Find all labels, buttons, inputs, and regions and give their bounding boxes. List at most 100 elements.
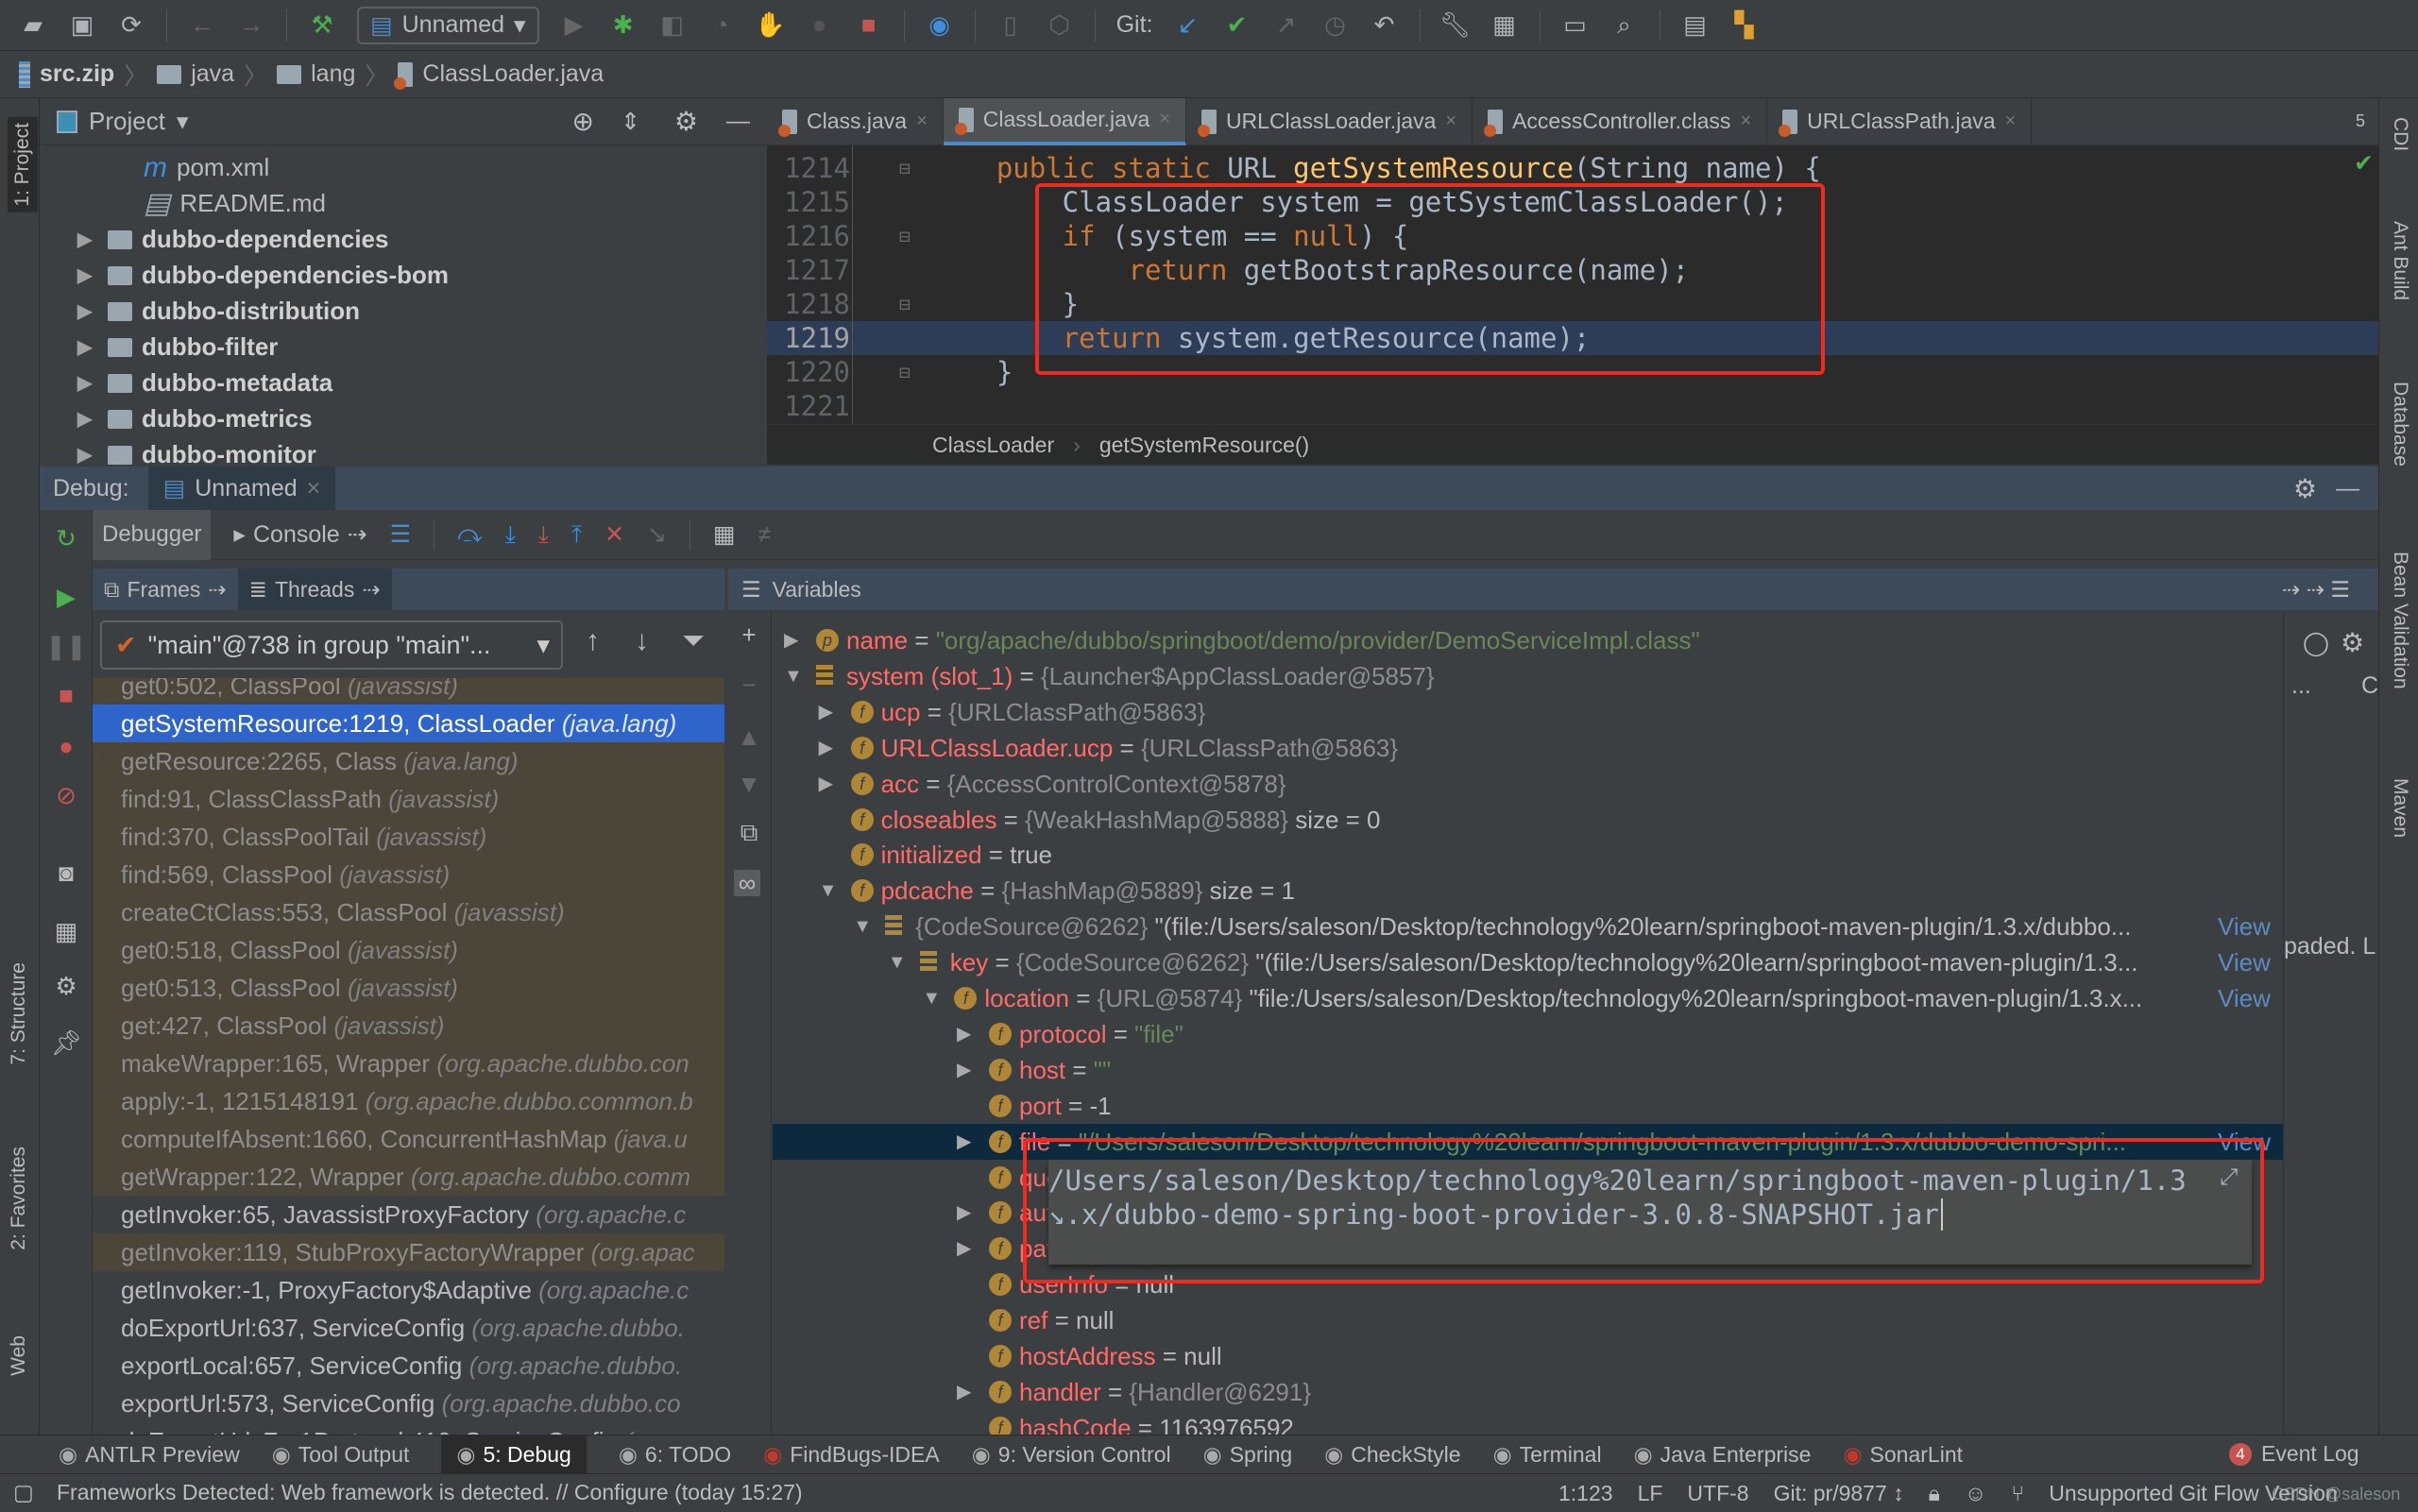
rerun-icon[interactable]: ↻ xyxy=(53,524,79,552)
sync-icon[interactable]: ⟳ xyxy=(117,10,145,40)
code-area[interactable]: 1214 public static URL getSystemResource… xyxy=(767,145,2378,424)
code-line[interactable]: 1221 xyxy=(767,389,2378,423)
view-link[interactable]: View xyxy=(2218,980,2271,1016)
variable-row[interactable]: ▶ p name = "org/apache/dubbo/springboot/de… xyxy=(773,622,2283,658)
collapse-arrow-icon[interactable]: ▼ xyxy=(784,658,803,694)
tree-item[interactable]: ▶ dubbo-metadata xyxy=(77,365,332,400)
variable-row[interactable]: ▼ {CodeSource@6262} "(file:/Users/saleson… xyxy=(773,909,2283,944)
collapse-all-icon[interactable]: ⇕ xyxy=(621,108,640,136)
debug-session-tab[interactable]: ▤ Unnamed × xyxy=(147,467,336,510)
fold-marker-icon[interactable]: ⊟ xyxy=(899,287,911,321)
open-folder-icon[interactable]: ▰ xyxy=(19,10,47,40)
terminal-icon[interactable]: ▭ xyxy=(1561,10,1590,40)
close-icon[interactable]: × xyxy=(1445,110,1456,132)
frame-row[interactable]: find:370, ClassPoolTail (javassist) xyxy=(93,818,724,856)
trace-icon[interactable]: ≠ xyxy=(758,521,772,549)
tasks-icon[interactable]: ▤ xyxy=(1681,10,1710,40)
expand-arrow-icon[interactable]: ▶ xyxy=(77,407,98,431)
minimize-icon[interactable]: — xyxy=(2336,475,2359,502)
value-tooltip-popup[interactable]: /Users/saleson/Desktop/technology%20lear… xyxy=(1048,1160,2252,1265)
stripe-favorites[interactable]: 2: Favorites xyxy=(8,1147,30,1250)
collapse-arrow-icon[interactable]: ▼ xyxy=(888,944,907,980)
frame-row[interactable]: exportUrl:573, ServiceConfig (org.apache… xyxy=(93,1385,724,1422)
tab-accesscontroller-class[interactable]: AccessController.class × xyxy=(1473,97,1768,145)
expand-arrow-icon[interactable]: ▶ xyxy=(957,1052,976,1088)
expand-arrow-icon[interactable]: ▶ xyxy=(77,443,98,467)
tool-window-9-version-control[interactable]: ◉ 9: Version Control xyxy=(972,1436,1171,1474)
frame-row[interactable]: computeIfAbsent:1660, ConcurrentHashMap … xyxy=(93,1120,724,1158)
variable-row[interactable]: ▶ f host = "" xyxy=(773,1052,2283,1088)
attach-icon[interactable]: ✋ xyxy=(755,10,785,40)
variable-row[interactable]: f closeables = {WeakHashMap@5888} size = … xyxy=(773,802,2283,838)
next-frame-icon[interactable]: ↓ xyxy=(635,625,649,657)
move-up-icon[interactable]: ▲ xyxy=(736,722,762,751)
previous-frame-icon[interactable]: ↑ xyxy=(586,625,600,657)
remove-watch-icon[interactable]: − xyxy=(736,671,762,699)
view-breakpoints-icon[interactable]: ● xyxy=(53,732,79,760)
run-config-dropdown[interactable]: ▤ Unnamed ▾ xyxy=(357,6,539,44)
tab-urlclasspath-java[interactable]: URLClassPath.java × xyxy=(1767,97,2033,145)
tab-urlclassloader-java[interactable]: URLClassLoader.java × xyxy=(1186,97,1473,145)
variable-row[interactable]: f port = -1 xyxy=(773,1088,2283,1124)
gear-icon[interactable]: ⚙ xyxy=(2293,473,2317,504)
expand-arrow-icon[interactable]: ▶ xyxy=(819,766,838,802)
collapse-arrow-icon[interactable]: ▼ xyxy=(853,909,872,944)
layout-icon[interactable]: ▦ xyxy=(53,917,79,945)
expand-arrow-icon[interactable]: ▶ xyxy=(957,1374,976,1410)
windows-icon[interactable]: ▚ xyxy=(1730,10,1759,40)
code-line[interactable]: 1216 if (system == null) {⊟ xyxy=(767,219,2378,253)
tab-debugger[interactable]: Debugger xyxy=(93,509,212,560)
expand-arrow-icon[interactable]: ▶ xyxy=(77,228,98,251)
tree-item[interactable]: ▶ dubbo-dependencies-bom xyxy=(77,258,449,293)
gear-icon[interactable]: ⚙ xyxy=(674,106,698,137)
gear-icon[interactable]: ⚙ xyxy=(2341,627,2364,658)
chevron-down-icon[interactable]: ▾ xyxy=(177,108,189,136)
project-view-dropdown[interactable]: Project xyxy=(89,107,165,136)
expand-arrow-icon[interactable]: ▶ xyxy=(819,730,838,766)
minimize-icon[interactable]: — xyxy=(726,108,750,135)
close-icon[interactable]: × xyxy=(2005,110,2017,132)
tree-item[interactable]: ▶ dubbo-filter xyxy=(77,330,278,365)
frame-row[interactable]: createCtClass:553, ClassPool (javassist) xyxy=(93,893,724,931)
frame-row[interactable]: get:427, ClassPool (javassist) xyxy=(93,1007,724,1045)
stripe-bean-validation[interactable]: Bean Validation xyxy=(2389,552,2411,689)
close-icon[interactable]: × xyxy=(307,475,321,502)
expand-arrow-icon[interactable]: ▶ xyxy=(957,1124,976,1160)
variable-row[interactable]: f ref = null xyxy=(773,1302,2283,1338)
view-link[interactable]: View xyxy=(2218,909,2271,944)
variable-row[interactable]: f hostAddress = null xyxy=(773,1338,2283,1374)
camera-icon[interactable]: ◙ xyxy=(53,858,79,887)
add-watch-icon[interactable]: + xyxy=(736,620,762,649)
forward-icon[interactable]: → xyxy=(237,10,265,40)
frame-row[interactable]: find:91, ClassClassPath (javassist) xyxy=(93,780,724,818)
tree-item[interactable]: ▶ dubbo-distribution xyxy=(77,294,360,329)
variable-row[interactable]: ▶ f URLClassLoader.ucp = {URLClassPath@586… xyxy=(773,730,2283,766)
expand-arrow-icon[interactable]: ▶ xyxy=(77,371,98,395)
variable-row[interactable]: ▶ f protocol = "file" xyxy=(773,1016,2283,1052)
variable-row[interactable]: ▶ f file = "/Users/saleson/Desktop/technol… xyxy=(773,1123,2283,1160)
line-separator[interactable]: LF xyxy=(1638,1481,1663,1506)
expand-icon[interactable]: ⤢ xyxy=(2220,1164,2238,1190)
collapse-arrow-icon[interactable]: ▼ xyxy=(819,873,838,909)
settings-wrench-icon[interactable]: 🔧︎ xyxy=(1439,10,1471,40)
device-icon[interactable]: ▯ xyxy=(996,10,1025,40)
tool-window-checkstyle[interactable]: ◉ CheckStyle xyxy=(1324,1436,1460,1474)
coverage-icon[interactable]: ◧ xyxy=(658,10,687,40)
breadcrumb-item[interactable]: java xyxy=(191,60,234,88)
pin-icon[interactable]: 📌︎ xyxy=(51,1028,82,1057)
pause-icon[interactable]: ❚❚ xyxy=(45,632,87,660)
editor-crumb-class[interactable]: ClassLoader xyxy=(932,433,1054,458)
tree-item[interactable]: ▶ dubbo-dependencies xyxy=(77,222,388,257)
view-link[interactable]: View xyxy=(2218,1124,2271,1160)
variable-row[interactable]: ▼ key = {CodeSource@6262} "(file:/Users/s… xyxy=(773,944,2283,980)
run-to-cursor-icon[interactable]: ↘ xyxy=(647,520,667,549)
stripe-maven[interactable]: Maven xyxy=(2389,778,2411,838)
close-icon[interactable]: × xyxy=(1740,110,1751,132)
tab-list-icon[interactable]: 5 xyxy=(2356,111,2365,131)
variable-row[interactable]: ▼ f pdcache = {HashMap@5889} size = 1 xyxy=(773,873,2283,909)
mute-breakpoints-icon[interactable]: ⊘ xyxy=(53,781,79,809)
tool-window-6-todo[interactable]: ◉ 6: TODO xyxy=(619,1436,731,1474)
tab-class-java[interactable]: Class.java × xyxy=(767,97,944,145)
thread-selector[interactable]: ✔ "main"@738 in group "main"... ▾ xyxy=(100,620,563,670)
pin-tab-icon[interactable]: ⇢ ⇢ ☰ xyxy=(2282,577,2350,603)
